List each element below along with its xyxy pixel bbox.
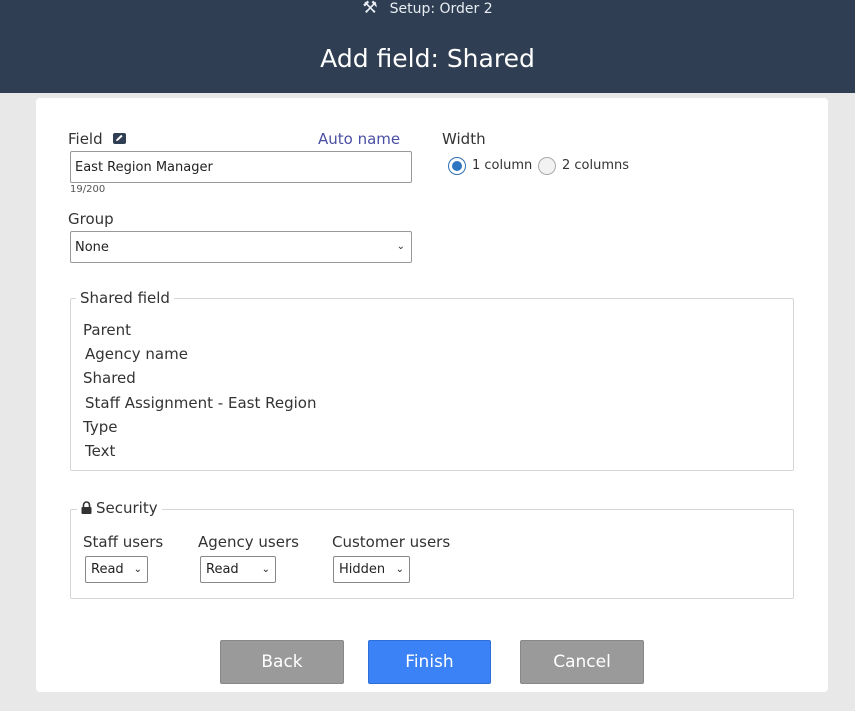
security-legend-text: Security	[96, 499, 158, 517]
agency-users-select[interactable]: Read ⌄	[200, 556, 276, 583]
chevron-down-icon: ⌄	[261, 563, 270, 575]
customer-users-select[interactable]: Hidden ⌄	[333, 556, 410, 583]
shared-label: Shared	[83, 369, 136, 387]
width-1-column-radio[interactable]	[448, 157, 466, 175]
finish-button[interactable]: Finish	[368, 640, 491, 684]
shared-value: Staff Assignment - East Region	[85, 394, 317, 412]
chevron-down-icon: ⌄	[396, 240, 405, 252]
width-label: Width	[442, 130, 486, 148]
width-2-columns-label[interactable]: 2 columns	[562, 158, 629, 173]
group-select[interactable]: None ⌄	[70, 231, 412, 263]
parent-label: Parent	[83, 321, 132, 339]
staff-users-value: Read	[91, 562, 124, 577]
group-label: Group	[68, 210, 114, 228]
field-label-row: Field	[68, 130, 127, 148]
chevron-down-icon: ⌄	[133, 563, 142, 575]
shared-field-section	[70, 298, 794, 471]
page-title: Add field: Shared	[320, 44, 535, 73]
tools-icon: ⚒	[362, 0, 378, 18]
customer-users-value: Hidden	[339, 562, 386, 577]
staff-users-select[interactable]: Read ⌄	[85, 556, 148, 583]
breadcrumb-text: Setup: Order 2	[389, 1, 493, 17]
width-2-columns-radio[interactable]	[538, 157, 556, 175]
type-value: Text	[85, 442, 116, 460]
field-char-counter: 19/200	[70, 184, 106, 195]
form-card: Field Auto name 19/200 Width 1 column 2 …	[36, 98, 828, 692]
chevron-down-icon: ⌄	[395, 563, 404, 575]
group-select-value: None	[75, 239, 109, 255]
security-section	[70, 509, 794, 599]
back-button[interactable]: Back	[220, 640, 344, 684]
auto-name-link[interactable]: Auto name	[318, 130, 400, 148]
field-label: Field	[68, 130, 103, 148]
shared-field-legend: Shared field	[76, 289, 174, 307]
page-header: ⚒ Setup: Order 2 Add field: Shared	[0, 0, 855, 93]
customer-users-label: Customer users	[332, 533, 451, 551]
agency-users-label: Agency users	[198, 533, 299, 551]
type-label: Type	[83, 418, 118, 436]
parent-value: Agency name	[85, 345, 188, 363]
breadcrumb: ⚒ Setup: Order 2	[0, 0, 855, 18]
staff-users-label: Staff users	[83, 533, 164, 551]
cancel-button[interactable]: Cancel	[520, 640, 644, 684]
width-1-column-label[interactable]: 1 column	[472, 158, 532, 173]
edit-icon	[113, 130, 127, 148]
security-legend: Security	[77, 499, 162, 518]
agency-users-value: Read	[206, 562, 239, 577]
field-name-input[interactable]	[70, 151, 412, 183]
lock-icon	[81, 500, 92, 518]
